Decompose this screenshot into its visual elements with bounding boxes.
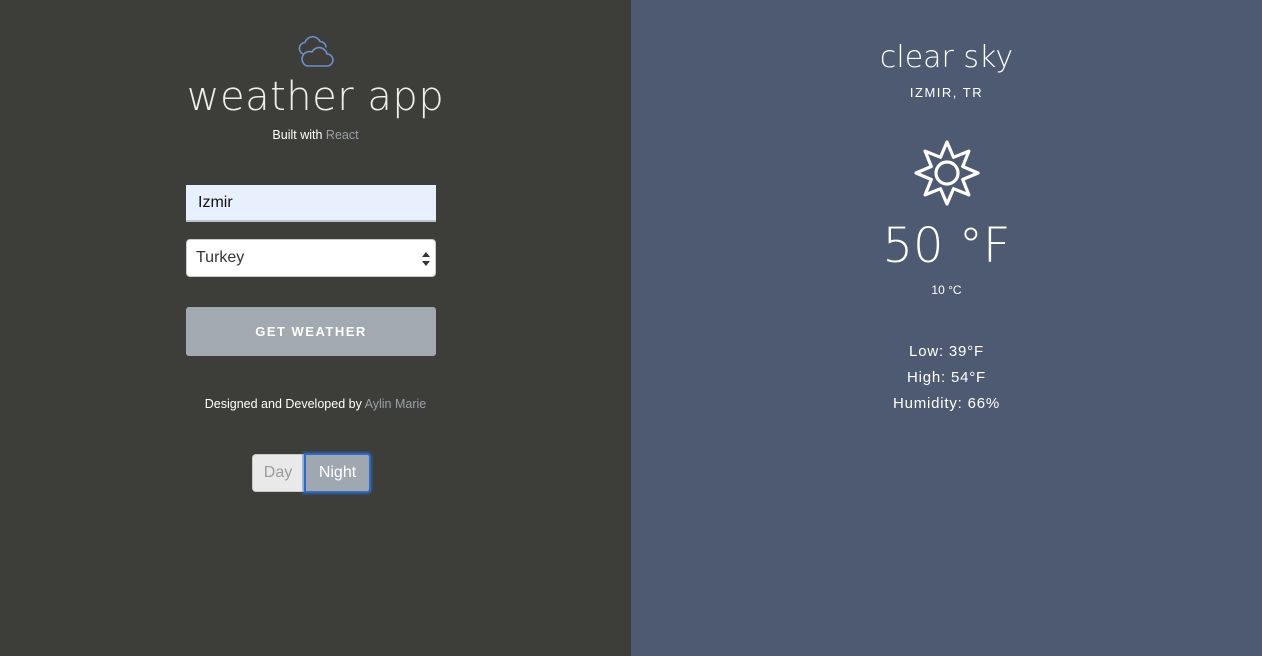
theme-toggle: Day Night xyxy=(252,453,371,493)
weather-panel: clear sky IZMIR, TR 50 °F 10 °C Low: 39°… xyxy=(631,0,1262,656)
weather-stats: Low: 39°F High: 54°F Humidity: 66% xyxy=(631,339,1262,417)
humidity: Humidity: 66% xyxy=(892,395,1001,412)
sun-icon xyxy=(631,140,1262,206)
get-weather-button[interactable]: GET WEATHER xyxy=(186,307,436,356)
city-input[interactable] xyxy=(186,185,436,222)
built-with-prefix: Built with xyxy=(272,128,326,142)
temperature-fahrenheit: 50 °F xyxy=(882,218,1011,274)
weather-description: clear sky xyxy=(879,40,1014,75)
night-toggle-button[interactable]: Night xyxy=(304,453,371,493)
temperature-celsius: 10 °C xyxy=(931,283,962,297)
high-temp: High: 54°F xyxy=(906,369,987,386)
designed-by-prefix: Designed and Developed by xyxy=(204,397,365,411)
search-panel: weather app Built with React Turkey GET … xyxy=(0,0,631,656)
app-root: weather app Built with React Turkey GET … xyxy=(0,0,1262,656)
app-title: weather app xyxy=(186,74,445,120)
author-link[interactable]: Aylin Marie xyxy=(365,397,427,411)
low-temp: Low: 39°F xyxy=(909,343,984,360)
country-select-value: Turkey xyxy=(196,249,245,266)
designed-by-text: Designed and Developed by Aylin Marie xyxy=(0,397,631,411)
built-with-text: Built with React xyxy=(0,128,631,142)
select-arrows-icon xyxy=(422,252,430,266)
day-toggle-button[interactable]: Day xyxy=(252,454,304,492)
location-label: IZMIR, TR xyxy=(909,85,984,100)
react-link[interactable]: React xyxy=(326,128,359,142)
country-select[interactable]: Turkey xyxy=(186,239,436,277)
cloud-icon xyxy=(0,34,631,68)
